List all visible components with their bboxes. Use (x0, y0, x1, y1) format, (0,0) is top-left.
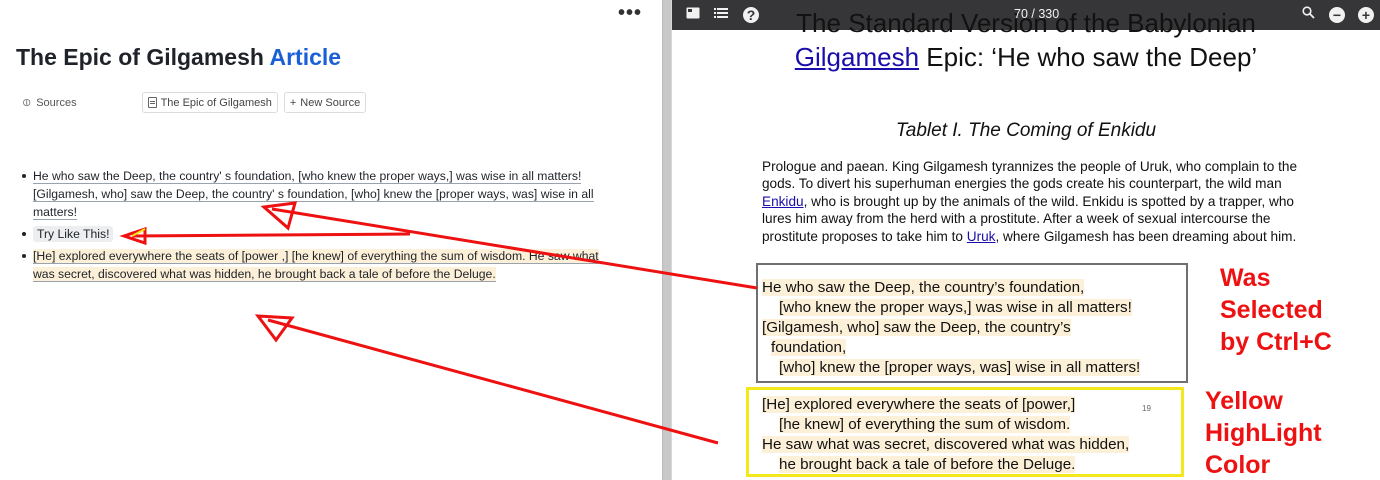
verse-line: [Gilgamesh, who] saw the Deep, the count… (762, 319, 1071, 336)
enkidu-link[interactable]: Enkidu (762, 194, 804, 209)
page-number: 19 (1142, 404, 1151, 413)
pdf-page: The Standard Version of the Babylonian G… (672, 8, 1380, 480)
page-title-main: The Epic of Gilgamesh (16, 44, 264, 70)
page-title: The Epic of Gilgamesh Article (16, 44, 341, 71)
pane-splitter[interactable] (662, 0, 672, 480)
verse-line: foundation, (771, 339, 847, 356)
list-item[interactable]: Try Like This! (22, 225, 622, 243)
highlighted-quote-text: [He] explored everywhere the seats of [p… (33, 249, 599, 282)
bullet-list: He who saw the Deep, the country' s foun… (22, 167, 622, 287)
quote-text: He who saw the Deep, the country' s foun… (33, 169, 594, 220)
verse-line: He saw what was secret, discovered what … (762, 436, 1130, 453)
sources-label: ⊘ Sources (19, 95, 77, 111)
yellow-annotation: Yellow HighLight Color (1205, 387, 1322, 479)
pdf-title-cut: The Standard Version of the Babylonian (796, 8, 1256, 38)
verse-line: he brought back a tale of before the Del… (779, 456, 1076, 473)
verse-line: He who saw the Deep, the country’s found… (762, 279, 1085, 296)
verse-line: [who] knew the [proper ways, was] wise i… (779, 359, 1141, 376)
verse-line: [who knew the proper ways,] was wise in … (779, 299, 1132, 316)
source-chip[interactable]: The Epic of Gilgamesh (141, 92, 278, 113)
uruk-link[interactable]: Uruk (967, 229, 996, 244)
verse-line: [he knew] of everything the sum of wisdo… (779, 416, 1071, 433)
link-icon: ⊘ (19, 95, 35, 111)
more-options-button[interactable]: ••• (618, 3, 642, 26)
page-title-accent: Article (269, 44, 342, 70)
selected-annotation: Was Selected by Ctrl+C (1220, 264, 1332, 356)
notes-pane: ••• The Epic of Gilgamesh Article ⊘ Sour… (0, 0, 662, 480)
pdf-viewer: ? 70 / 330 − + The Standard Version of t… (672, 0, 1380, 480)
prologue-paragraph: Prologue and paean. King Gilgamesh tyran… (762, 159, 1298, 244)
sources-row: ⊘ Sources The Epic of Gilgamesh + New So… (19, 92, 367, 113)
new-source-button[interactable]: + New Source (283, 92, 367, 113)
try-text: Try Like This! (33, 226, 114, 242)
pdf-title-link[interactable]: Gilgamesh (795, 42, 919, 72)
tablet-heading: Tablet I. The Coming of Enkidu (895, 120, 1157, 141)
pdf-title: Gilgamesh Epic: ‘He who saw the Deep’ (794, 42, 1258, 72)
pdf-file-icon (147, 97, 157, 108)
plus-icon: + (289, 96, 297, 109)
list-item[interactable]: He who saw the Deep, the country' s foun… (22, 167, 622, 221)
list-item[interactable]: [He] explored everywhere the seats of [p… (22, 247, 622, 283)
verse-line: [He] explored everywhere the seats of [p… (762, 396, 1076, 413)
